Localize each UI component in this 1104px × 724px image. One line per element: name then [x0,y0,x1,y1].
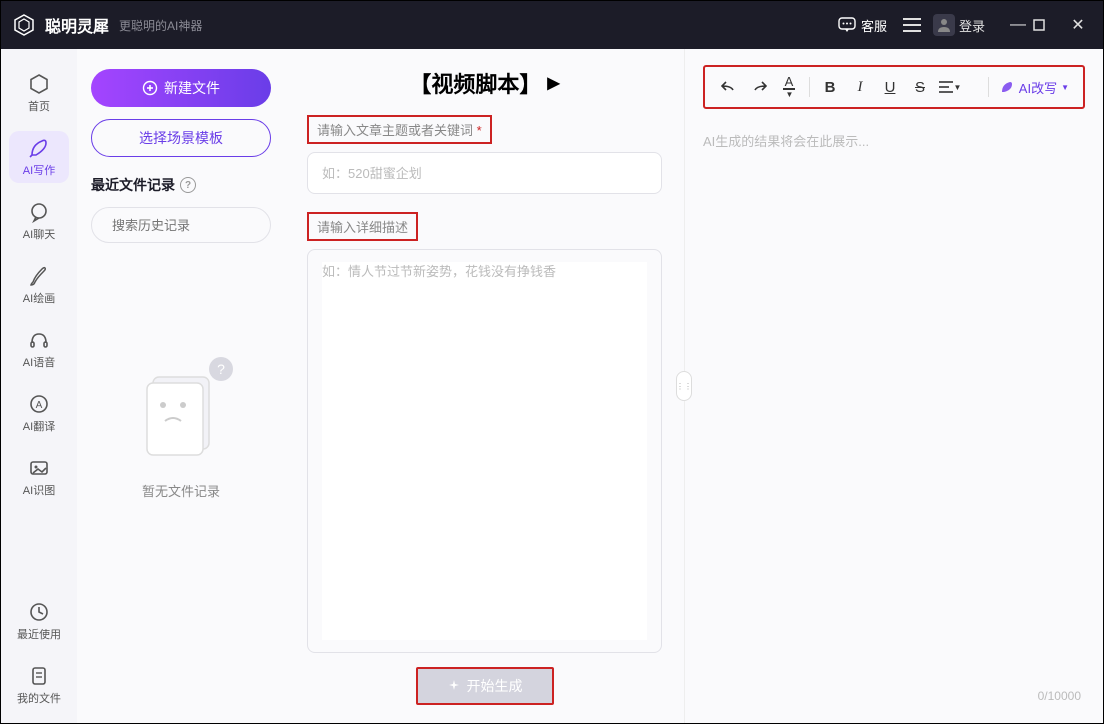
description-input[interactable] [322,262,647,640]
divider-handle[interactable]: ⋮⋮ [676,371,692,401]
chat-bubble-icon [28,201,50,223]
panel-divider: ⋮⋮ [684,49,685,723]
nav-ai-chat[interactable]: AI聊天 [9,195,69,247]
generate-button[interactable]: 开始生成 [416,667,554,705]
topic-input[interactable] [307,152,662,194]
app-name: 聪明灵犀 [45,13,109,37]
nav-home[interactable]: 首页 [9,67,69,119]
close-icon[interactable]: ✕ [1063,15,1093,35]
empty-file-icon: ? [135,363,227,463]
align-button[interactable]: ▼ [936,73,964,101]
result-panel: A▼ B I U S ▼ AI改写 ▼ AI生成的结果将会在此展示... 0/1… [685,49,1103,723]
undo-button[interactable] [715,73,743,101]
title-bar: 聪明灵犀 更聪明的AI神器 客服 登录 — ✕ [1,1,1103,49]
hexagon-icon [28,73,50,95]
empty-text: 暂无文件记录 [142,481,220,500]
underline-button[interactable]: U [876,73,904,101]
avatar-icon [933,14,955,36]
history-search-input[interactable] [112,218,288,233]
chat-icon [838,17,856,33]
history-header: 最近文件记录 ? [91,175,271,195]
new-file-button[interactable]: 新建文件 [91,69,271,107]
nav-ai-image-recog[interactable]: AI识图 [9,451,69,503]
page-title[interactable]: 【视频脚本】 ▶ [307,67,662,99]
editor-panel: 【视频脚本】 ▶ 请输入文章主题或者关键词 * 请输入详细描述 开始生成 [285,49,684,723]
help-icon[interactable]: ? [180,177,196,193]
sidebar-nav: 首页 AI写作 AI聊天 AI绘画 AI语音 A AI翻译 AI识图 [1,49,77,723]
minimize-icon[interactable]: — [1003,16,1033,34]
bold-button[interactable]: B [816,73,844,101]
app-logo-icon [11,12,37,38]
plus-circle-icon [142,80,158,96]
strike-button[interactable]: S [906,73,934,101]
text-color-button[interactable]: A▼ [775,73,803,101]
result-placeholder: AI生成的结果将会在此展示... [703,131,1085,150]
char-count: 0/10000 [1038,689,1081,703]
headphones-icon [28,329,50,351]
translate-icon: A [28,393,50,415]
maximize-icon[interactable] [1033,19,1063,31]
history-search[interactable] [91,207,271,243]
editor-toolbar: A▼ B I U S ▼ AI改写 ▼ [703,65,1085,109]
customer-service-button[interactable]: 客服 [838,16,887,35]
sparkle-icon [447,679,461,693]
app-subtitle: 更聪明的AI神器 [119,17,202,34]
body-area: 首页 AI写作 AI聊天 AI绘画 AI语音 A AI翻译 AI识图 [1,49,1103,723]
nav-ai-art[interactable]: AI绘画 [9,259,69,311]
menu-icon[interactable] [903,18,921,32]
select-template-button[interactable]: 选择场景模板 [91,119,271,157]
file-panel: 新建文件 选择场景模板 最近文件记录 ? ? 暂无文件记录 [77,49,285,723]
nav-my-files[interactable]: 我的文件 [9,659,69,711]
play-icon: ▶ [547,73,559,93]
italic-button[interactable]: I [846,73,874,101]
file-icon [28,665,50,687]
ai-rewrite-button[interactable]: AI改写 ▼ [995,78,1073,97]
result-area[interactable]: AI生成的结果将会在此展示... 0/10000 [703,131,1085,707]
nav-ai-voice[interactable]: AI语音 [9,323,69,375]
nav-recent[interactable]: 最近使用 [9,595,69,647]
brush-icon [28,265,50,287]
topic-label: 请输入文章主题或者关键词 * [307,115,492,144]
login-button[interactable]: 登录 [959,16,985,35]
nav-ai-translate[interactable]: A AI翻译 [9,387,69,439]
redo-button[interactable] [745,73,773,101]
leaf-icon [999,79,1015,95]
description-box [307,249,662,653]
nav-ai-writing[interactable]: AI写作 [9,131,69,183]
svg-text:A: A [36,400,43,411]
feather-icon [28,137,50,159]
empty-state: ? 暂无文件记录 [91,363,271,500]
image-icon [28,457,50,479]
clock-icon [28,601,50,623]
description-label: 请输入详细描述 [307,212,418,241]
question-badge-icon: ? [209,357,233,381]
